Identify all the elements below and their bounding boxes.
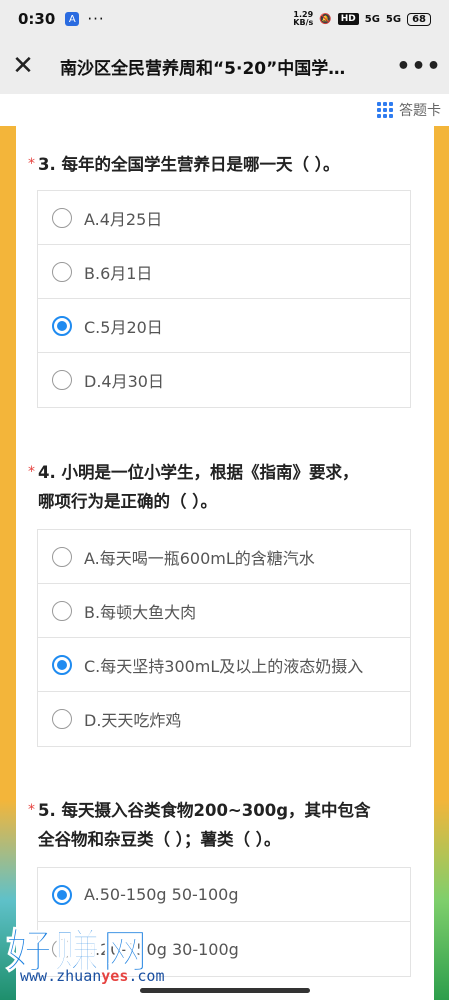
option[interactable]: B.6月1日 [38, 245, 410, 299]
more-notifications-icon: ··· [87, 10, 105, 28]
question-3: * 3. 每年的全国学生营养日是哪一天（ ）。 A.4月25日 B.6月1日 C… [16, 150, 434, 408]
answer-card-bar: 答题卡 [0, 94, 449, 126]
network-speed: 1.29 KB/s [293, 10, 314, 27]
answer-card-button[interactable]: 答题卡 [399, 100, 441, 120]
page-title: 南沙区全民营养周和“5·20”中国学… [60, 58, 346, 79]
radio-unchecked-icon[interactable] [52, 546, 72, 567]
more-icon[interactable]: ••• [389, 38, 449, 94]
radio-checked-icon[interactable] [52, 315, 72, 336]
question-title: * 4. 小明是一位小学生，根据《指南》要求， 哪项行为是正确的（ ）。 [16, 458, 434, 516]
question-5: * 5. 每天摄入谷类食物200~300g，其中包含 全谷物和杂豆类（ ）；薯类… [16, 796, 434, 977]
signal-icon-1: 5G [364, 13, 380, 25]
question-title: * 3. 每年的全国学生营养日是哪一天（ ）。 [16, 150, 434, 179]
question-card: * 3. 每年的全国学生营养日是哪一天（ ）。 A.4月25日 B.6月1日 C… [16, 126, 434, 1000]
question-4: * 4. 小明是一位小学生，根据《指南》要求， 哪项行为是正确的（ ）。 A.每… [16, 458, 434, 747]
decoration-left [0, 800, 16, 1000]
mute-icon: 🔕 [319, 13, 332, 25]
required-mark: * [28, 156, 35, 172]
option[interactable]: A.50-150g 50-100g [38, 868, 410, 922]
status-indicators: 1.29 KB/s 🔕 HD 5G 5G 68 [293, 11, 431, 27]
question-title: * 5. 每天摄入谷类食物200~300g，其中包含 全谷物和杂豆类（ ）；薯类… [16, 796, 434, 854]
option[interactable]: C.每天坚持300mL及以上的液态奶摄入 [38, 638, 410, 692]
decoration-right [434, 800, 449, 1000]
options-list: A.4月25日 B.6月1日 C.5月20日 D.4月30日 [37, 190, 411, 408]
nav-bar: ✕ 南沙区全民营养周和“5·20”中国学… ••• [0, 38, 449, 94]
status-time: 0:30 [18, 10, 56, 28]
radio-unchecked-icon[interactable] [52, 370, 72, 390]
option[interactable]: D.4月30日 [38, 353, 410, 407]
grid-icon[interactable] [377, 102, 393, 118]
radio-unchecked-icon[interactable] [52, 709, 72, 729]
radio-unchecked-icon[interactable] [52, 207, 72, 228]
option[interactable]: A.4月25日 [38, 191, 410, 245]
radio-unchecked-icon[interactable] [52, 600, 72, 621]
status-bar: 0:30 A ··· 1.29 KB/s 🔕 HD 5G 5G 68 [0, 0, 449, 38]
option[interactable]: C.5月20日 [38, 299, 410, 353]
radio-checked-icon[interactable] [52, 884, 72, 905]
options-list: A.每天喝一瓶600mL的含糖汽水 B.每顿大鱼大肉 C.每天坚持300mL及以… [37, 529, 411, 747]
radio-unchecked-icon[interactable] [52, 939, 72, 959]
app-notification-icon: A [65, 12, 80, 26]
signal-icon-2: 5G [385, 13, 402, 25]
required-mark: * [28, 464, 35, 480]
option[interactable]: D.天天吃炸鸡 [38, 692, 410, 746]
hd-icon: HD [337, 13, 359, 25]
home-indicator[interactable] [140, 988, 310, 993]
radio-checked-icon[interactable] [52, 654, 72, 675]
close-icon[interactable]: ✕ [0, 38, 46, 94]
option[interactable]: A.每天喝一瓶600mL的含糖汽水 [38, 530, 410, 584]
battery-icon: 68 [407, 12, 431, 26]
option[interactable]: B.每顿大鱼大肉 [38, 584, 410, 638]
option[interactable]: B.20-150g 30-100g [38, 922, 410, 976]
radio-unchecked-icon[interactable] [52, 261, 72, 282]
options-list: A.50-150g 50-100g B.20-150g 30-100g [37, 867, 411, 977]
required-mark: * [28, 802, 35, 818]
